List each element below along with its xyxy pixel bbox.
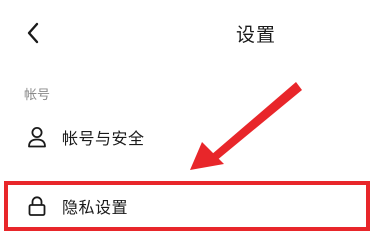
settings-item-label: 隐私设置 [62, 198, 129, 217]
lock-icon [26, 195, 48, 217]
section-label-account: 帐号 [24, 88, 51, 103]
page-title-text: 设置 [235, 24, 276, 46]
settings-item-account-security[interactable]: 帐号与安全 [0, 111, 376, 163]
user-icon [26, 126, 48, 148]
settings-item-privacy[interactable]: 隐私设置 [0, 180, 376, 232]
page-title: 设置 [0, 20, 376, 47]
settings-item-label: 帐号与安全 [62, 129, 145, 148]
header-bar: 设置 [0, 0, 376, 66]
